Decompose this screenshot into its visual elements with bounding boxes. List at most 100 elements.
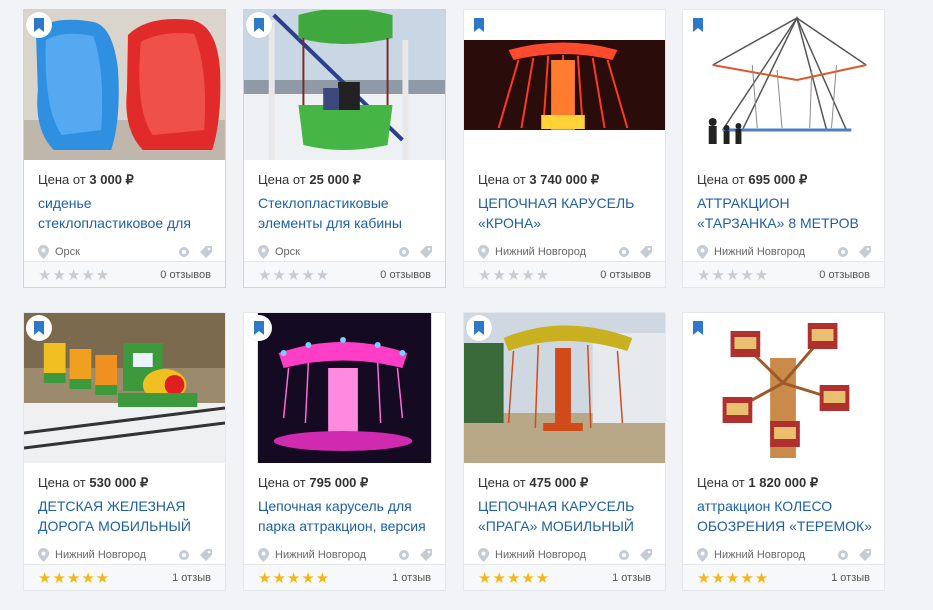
product-title[interactable]: аттракцион КОЛЕСО ОБОЗРЕНИЯ «ТЕРЕМОК» <box>697 496 875 538</box>
product-price: Цена от 530 000 ₽ <box>38 475 149 490</box>
gear-icon <box>619 247 629 257</box>
review-count[interactable]: 1 отзыв <box>392 572 431 584</box>
tag-icon <box>640 246 652 258</box>
gear-icon <box>399 247 409 257</box>
gear-icon <box>179 247 189 257</box>
product-image[interactable] <box>464 313 665 463</box>
product-location: Орск <box>275 246 300 258</box>
bookmark-button[interactable] <box>466 12 492 38</box>
product-location: Орск <box>55 246 80 258</box>
bookmark-button[interactable] <box>26 12 52 38</box>
rating-stars: ★★★★★ <box>478 266 551 284</box>
product-location: Нижний Новгород <box>55 549 147 561</box>
rating-stars: ★★★★★ <box>38 569 111 587</box>
product-meta: Нижний Новгород <box>478 547 653 563</box>
tag-icon <box>859 549 871 561</box>
gear-icon <box>838 247 848 257</box>
review-count[interactable]: 0 отзывов <box>819 269 870 281</box>
bookmark-button[interactable] <box>685 12 711 38</box>
rating-stars: ★★★★★ <box>697 266 770 284</box>
bookmark-button[interactable] <box>466 315 492 341</box>
product-meta: Орск <box>258 244 433 260</box>
product-price: Цена от 3 000 ₽ <box>38 172 134 187</box>
product-location: Нижний Новгород <box>275 549 367 561</box>
product-card[interactable]: Цена от 25 000 ₽ Стеклопластиковые элеме… <box>243 9 446 288</box>
product-meta: Орск <box>38 244 213 260</box>
review-count[interactable]: 1 отзыв <box>612 572 651 584</box>
tag-icon <box>420 246 432 258</box>
product-meta: Нижний Новгород <box>478 244 653 260</box>
product-title[interactable]: сиденье стеклопластиковое для <box>38 193 216 235</box>
bookmark-icon <box>34 18 44 32</box>
product-image[interactable] <box>464 10 665 160</box>
rating-bar: ★★★★★ 1 отзыв <box>244 564 445 590</box>
gear-icon <box>838 550 848 560</box>
product-meta: Нижний Новгород <box>258 547 433 563</box>
tag-icon <box>420 549 432 561</box>
product-location: Нижний Новгород <box>714 246 806 258</box>
rating-bar: ★★★★★ 0 отзывов <box>24 261 225 287</box>
product-title[interactable]: Цепочная карусель для парка аттракцион, … <box>258 496 436 538</box>
rating-bar: ★★★★★ 1 отзыв <box>683 564 884 590</box>
tag-icon <box>200 549 212 561</box>
rating-stars: ★★★★★ <box>258 569 331 587</box>
rating-bar: ★★★★★ 0 отзывов <box>464 261 665 287</box>
product-card[interactable]: Цена от 3 000 ₽ сиденье стеклопластиково… <box>23 9 226 288</box>
review-count[interactable]: 0 отзывов <box>160 269 211 281</box>
bookmark-icon <box>474 18 484 32</box>
location-pin-icon <box>697 548 708 562</box>
rating-stars: ★★★★★ <box>258 266 331 284</box>
rating-stars: ★★★★★ <box>38 266 111 284</box>
bookmark-button[interactable] <box>246 12 272 38</box>
tag-icon <box>640 549 652 561</box>
bookmark-icon <box>254 18 264 32</box>
product-price: Цена от 475 000 ₽ <box>478 475 589 490</box>
product-card[interactable]: Цена от 475 000 ₽ ЦЕПОЧНАЯ КАРУСЕЛЬ «ПРА… <box>463 312 666 591</box>
product-location: Нижний Новгород <box>714 549 806 561</box>
product-price: Цена от 695 000 ₽ <box>697 172 808 187</box>
location-pin-icon <box>697 245 708 259</box>
product-location: Нижний Новгород <box>495 246 587 258</box>
product-price: Цена от 795 000 ₽ <box>258 475 369 490</box>
product-location: Нижний Новгород <box>495 549 587 561</box>
product-meta: Нижний Новгород <box>697 244 872 260</box>
product-card[interactable]: Цена от 530 000 ₽ ДЕТСКАЯ ЖЕЛЕЗНАЯ ДОРОГ… <box>23 312 226 591</box>
product-card[interactable]: Цена от 1 820 000 ₽ аттракцион КОЛЕСО ОБ… <box>682 312 885 591</box>
bookmark-button[interactable] <box>685 315 711 341</box>
product-image[interactable] <box>244 313 445 463</box>
product-title[interactable]: Стеклопластиковые элементы для кабины <box>258 193 436 235</box>
review-count[interactable]: 1 отзыв <box>831 572 870 584</box>
rating-bar: ★★★★★ 0 отзывов <box>683 261 884 287</box>
rating-bar: ★★★★★ 0 отзывов <box>244 261 445 287</box>
review-count[interactable]: 0 отзывов <box>600 269 651 281</box>
product-meta: Нижний Новгород <box>38 547 213 563</box>
location-pin-icon <box>478 548 489 562</box>
product-image[interactable] <box>244 10 445 160</box>
product-title[interactable]: ЦЕПОЧНАЯ КАРУСЕЛЬ «ПРАГА» МОБИЛЬНЫЙ <box>478 496 656 538</box>
gear-icon <box>399 550 409 560</box>
product-image[interactable] <box>683 313 884 463</box>
product-image[interactable] <box>24 10 225 160</box>
product-meta: Нижний Новгород <box>697 547 872 563</box>
gear-icon <box>619 550 629 560</box>
product-image[interactable] <box>683 10 884 160</box>
product-title[interactable]: ДЕТСКАЯ ЖЕЛЕЗНАЯ ДОРОГА МОБИЛЬНЫЙ <box>38 496 216 538</box>
bookmark-icon <box>474 321 484 335</box>
review-count[interactable]: 1 отзыв <box>172 572 211 584</box>
location-pin-icon <box>478 245 489 259</box>
bookmark-button[interactable] <box>246 315 272 341</box>
product-price: Цена от 25 000 ₽ <box>258 172 362 187</box>
location-pin-icon <box>38 548 49 562</box>
bookmark-button[interactable] <box>26 315 52 341</box>
gear-icon <box>179 550 189 560</box>
bookmark-icon <box>693 321 703 335</box>
review-count[interactable]: 0 отзывов <box>380 269 431 281</box>
product-title[interactable]: ЦЕПОЧНАЯ КАРУСЕЛЬ «КРОНА» <box>478 193 656 235</box>
product-image[interactable] <box>24 313 225 463</box>
product-price: Цена от 1 820 000 ₽ <box>697 475 819 490</box>
product-title[interactable]: АТТРАКЦИОН «ТАРЗАНКА» 8 МЕТРОВ <box>697 193 875 235</box>
product-card[interactable]: Цена от 795 000 ₽ Цепочная карусель для … <box>243 312 446 591</box>
product-card[interactable]: Цена от 695 000 ₽ АТТРАКЦИОН «ТАРЗАНКА» … <box>682 9 885 288</box>
rating-bar: ★★★★★ 1 отзыв <box>24 564 225 590</box>
product-card[interactable]: Цена от 3 740 000 ₽ ЦЕПОЧНАЯ КАРУСЕЛЬ «К… <box>463 9 666 288</box>
